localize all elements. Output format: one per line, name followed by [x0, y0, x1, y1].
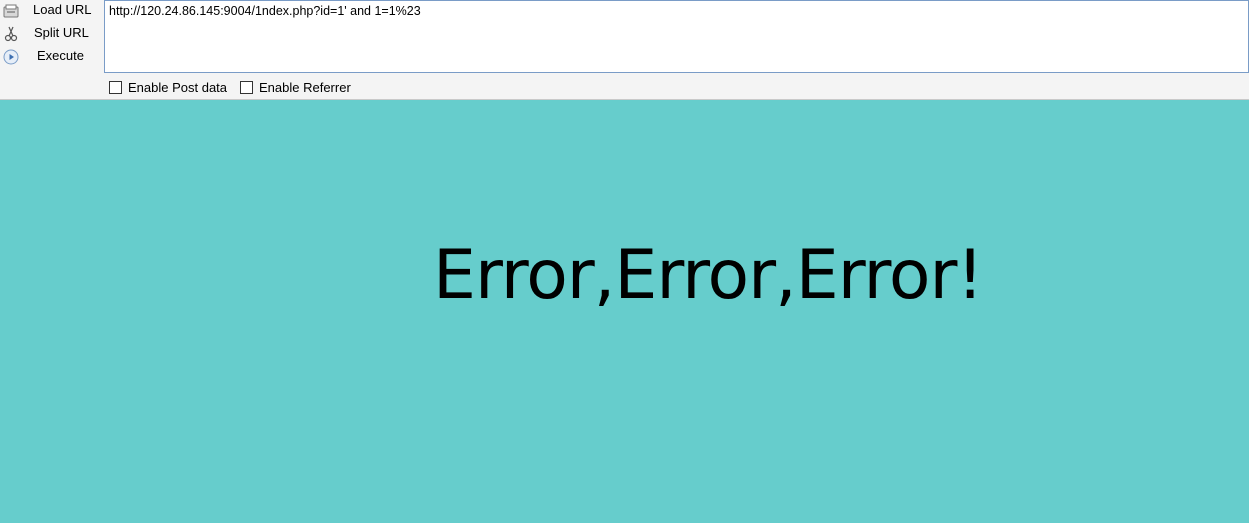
execute-button[interactable]: Execute — [0, 46, 100, 68]
enable-post-checkbox[interactable]: Enable Post data — [109, 80, 227, 95]
error-message: Error,Error,Error! — [433, 236, 984, 315]
load-url-label: Load URL — [33, 2, 92, 17]
split-url-label: Split URL — [34, 25, 89, 40]
referrer-checkbox-box[interactable] — [240, 81, 253, 94]
post-checkbox-box[interactable] — [109, 81, 122, 94]
play-icon — [3, 49, 19, 65]
load-url-icon — [3, 4, 19, 18]
split-url-button[interactable]: Split URL — [0, 23, 100, 45]
enable-referrer-checkbox[interactable]: Enable Referrer — [240, 80, 351, 95]
enable-referrer-label: Enable Referrer — [259, 80, 351, 95]
execute-label: Execute — [37, 48, 84, 63]
url-input[interactable]: http://120.24.86.145:9004/1ndex.php?id=1… — [104, 0, 1249, 73]
load-url-button[interactable]: Load URL — [0, 0, 100, 22]
hackbar-toolbar: Load URL Split URL Execute http://120.24… — [0, 0, 1249, 100]
enable-post-label: Enable Post data — [128, 80, 228, 95]
scissors-icon — [4, 26, 18, 42]
